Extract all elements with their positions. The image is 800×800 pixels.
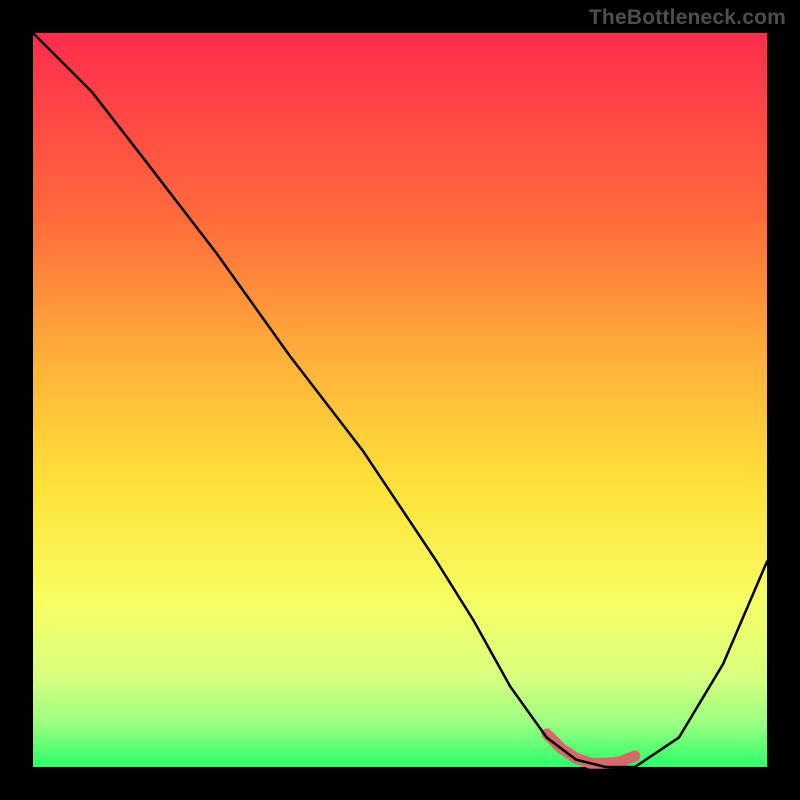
plot-background: [33, 33, 767, 767]
chart-canvas: [0, 0, 800, 800]
